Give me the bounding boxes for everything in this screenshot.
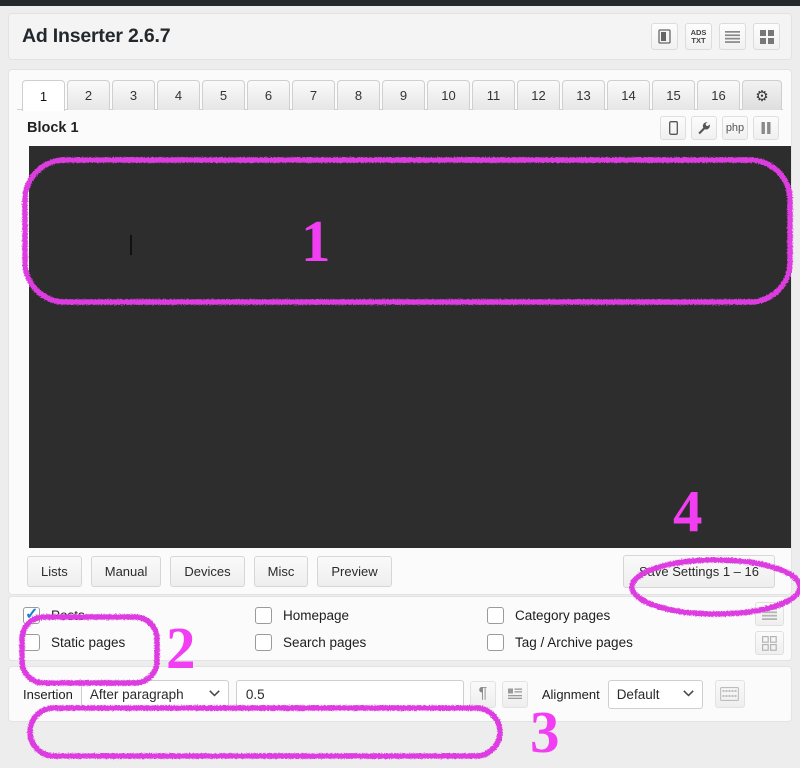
ad-inserter-window: Ad Inserter 2.6.7 ADS TXT 1 2 3 4 5 6 7 …	[0, 0, 800, 768]
display-column-1: Posts Static pages	[23, 602, 255, 656]
display-column-3: Category pages Tag / Archive pages	[487, 602, 719, 656]
devices-button[interactable]: Devices	[170, 555, 245, 587]
paragraph-list-icon[interactable]	[501, 680, 528, 708]
display-side-icons	[755, 602, 784, 655]
checkbox-posts-label: Posts	[51, 607, 85, 623]
save-settings-button[interactable]: Save Settings 1 – 16	[623, 554, 775, 588]
checkbox-posts-row[interactable]: Posts	[23, 602, 255, 629]
list-view-icon[interactable]	[719, 23, 746, 50]
tab-block-14[interactable]: 14	[607, 80, 650, 110]
block-title: Block 1	[27, 120, 79, 136]
tab-block-12[interactable]: 12	[517, 80, 560, 110]
checkbox-category-pages[interactable]	[487, 606, 504, 624]
insertion-panel: Insertion After paragraph 0.5 ¶ Alignmen…	[8, 666, 792, 722]
checkbox-homepage-row[interactable]: Homepage	[255, 602, 487, 629]
ads-txt-icon[interactable]: ADS TXT	[685, 23, 712, 50]
tab-block-13[interactable]: 13	[562, 80, 605, 110]
tab-block-1[interactable]: 1	[22, 80, 65, 111]
checkbox-search-pages-label: Search pages	[283, 634, 367, 650]
settings-gear-tab[interactable]: ⚙	[742, 80, 782, 110]
code-editor[interactable]	[29, 146, 791, 548]
admin-bar	[0, 0, 800, 6]
misc-button[interactable]: Misc	[253, 555, 309, 587]
checkbox-tag-archive-pages-row[interactable]: Tag / Archive pages	[487, 629, 719, 656]
insertion-value-text: 0.5	[245, 686, 265, 702]
main-panel: 1 2 3 4 5 6 7 8 9 10 11 12 13 14 15 16 ⚙…	[8, 69, 792, 595]
chevron-down-icon	[193, 688, 220, 700]
css-keyboard-icon[interactable]	[714, 680, 745, 708]
checkbox-static-pages[interactable]	[23, 633, 40, 651]
lists-toggle-icon[interactable]	[755, 602, 784, 626]
checkbox-static-pages-label: Static pages	[51, 634, 126, 650]
text-caret	[130, 235, 132, 255]
tab-block-11[interactable]: 11	[472, 80, 515, 110]
debug-book-icon[interactable]	[651, 23, 678, 50]
tab-block-16[interactable]: 16	[697, 80, 740, 110]
checkbox-posts[interactable]	[23, 604, 40, 624]
editor-button-bar: Lists Manual Devices Misc Preview Save S…	[17, 548, 783, 594]
pause-icon[interactable]	[753, 116, 779, 140]
device-icon[interactable]	[660, 116, 686, 140]
chevron-down-icon-alignment	[667, 688, 694, 700]
block-icon-group: php	[660, 116, 779, 140]
display-column-2: Homepage Search pages	[255, 602, 487, 656]
tab-block-7[interactable]: 7	[292, 80, 335, 110]
checkbox-tag-archive-pages-label: Tag / Archive pages	[515, 634, 633, 650]
block-tabs: 1 2 3 4 5 6 7 8 9 10 11 12 13 14 15 16 ⚙	[17, 79, 783, 111]
tab-block-3[interactable]: 3	[112, 80, 155, 110]
php-icon[interactable]: php	[722, 116, 748, 140]
tab-block-2[interactable]: 2	[67, 80, 110, 110]
tab-block-4[interactable]: 4	[157, 80, 200, 110]
tab-block-15[interactable]: 15	[652, 80, 695, 110]
ads-txt-line2: TXT	[691, 35, 706, 45]
alignment-label: Alignment	[541, 686, 600, 702]
plugin-header: Ad Inserter 2.6.7 ADS TXT	[8, 13, 792, 60]
tab-block-10[interactable]: 10	[427, 80, 470, 110]
checkbox-category-pages-label: Category pages	[515, 607, 611, 623]
alignment-select[interactable]: Default	[607, 679, 703, 709]
page-title: Ad Inserter 2.6.7	[22, 25, 171, 47]
paragraph-icon[interactable]: ¶	[469, 680, 496, 708]
checkbox-search-pages-row[interactable]: Search pages	[255, 629, 487, 656]
alignment-select-value: Default	[616, 686, 660, 702]
manual-button[interactable]: Manual	[90, 555, 162, 587]
block-toolbar: Block 1 php	[17, 110, 783, 146]
checkbox-tag-archive-pages[interactable]	[487, 633, 504, 651]
grid-view-icon[interactable]	[753, 23, 780, 50]
preview-button[interactable]: Preview	[317, 555, 392, 587]
insertion-select[interactable]: After paragraph	[80, 679, 229, 709]
tab-block-9[interactable]: 9	[382, 80, 425, 110]
tab-block-5[interactable]: 5	[202, 80, 245, 110]
blocks-toggle-icon[interactable]	[755, 631, 784, 655]
insertion-select-value: After paragraph	[89, 686, 184, 702]
insertion-label: Insertion	[23, 686, 73, 702]
header-icon-group: ADS TXT	[651, 23, 780, 50]
checkbox-category-pages-row[interactable]: Category pages	[487, 602, 719, 629]
wrench-icon[interactable]	[691, 116, 717, 140]
tab-block-8[interactable]: 8	[337, 80, 380, 110]
checkbox-homepage[interactable]	[255, 606, 272, 624]
checkbox-static-pages-row[interactable]: Static pages	[23, 629, 255, 656]
insertion-value-input[interactable]: 0.5	[235, 679, 464, 709]
tab-block-6[interactable]: 6	[247, 80, 290, 110]
checkbox-homepage-label: Homepage	[283, 607, 350, 623]
display-options-panel: Posts Static pages Homepage Search pages…	[8, 596, 792, 661]
checkbox-search-pages[interactable]	[255, 633, 272, 651]
lists-button[interactable]: Lists	[27, 555, 82, 587]
